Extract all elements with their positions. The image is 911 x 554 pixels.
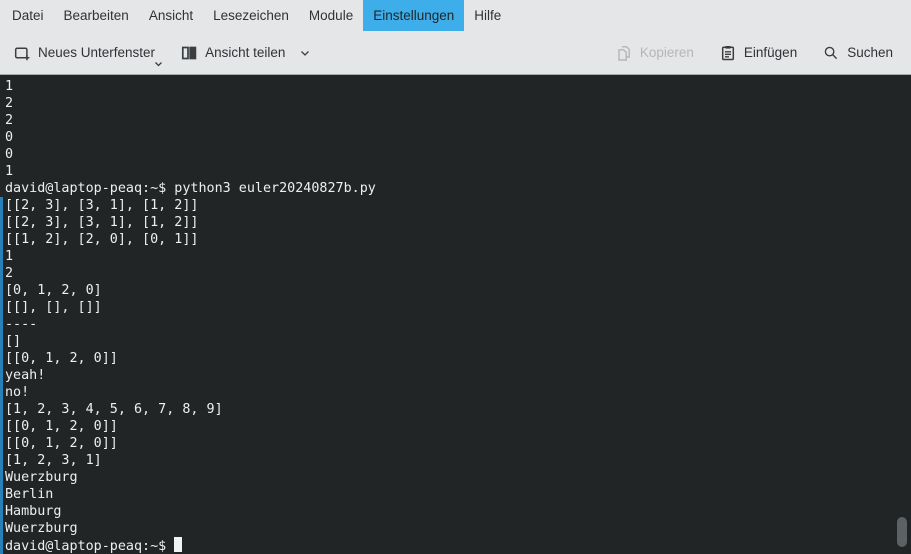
output-line: 2 bbox=[5, 96, 14, 111]
output-line: yeah! bbox=[0, 367, 911, 384]
prompt-line: david@laptop-peaq:~$ python3 euler202408… bbox=[5, 181, 376, 196]
output-line: Wuerzburg bbox=[0, 469, 911, 486]
output-line: Wuerzburg bbox=[0, 520, 911, 537]
search-icon bbox=[823, 45, 839, 61]
output-line: [] bbox=[0, 333, 911, 350]
search-label: Suchen bbox=[847, 45, 893, 60]
paste-label: Einfügen bbox=[743, 45, 798, 60]
menu-item-module[interactable]: Module bbox=[299, 0, 363, 31]
split-view-icon bbox=[181, 45, 197, 61]
menu-item-datei[interactable]: Datei bbox=[2, 0, 54, 31]
output-line: no! bbox=[0, 384, 911, 401]
output-line: [[0, 1, 2, 0]] bbox=[0, 435, 911, 452]
output-line: 0 bbox=[5, 147, 14, 162]
search-button[interactable]: Suchen bbox=[823, 45, 893, 61]
paste-button[interactable]: Einfügen bbox=[720, 45, 797, 61]
output-line: [[2, 3], [3, 1], [1, 2]] bbox=[0, 197, 911, 214]
menu-item-einstellungen[interactable]: Einstellungen bbox=[363, 0, 465, 31]
new-tab-longpress-chevron-icon bbox=[154, 61, 163, 68]
output-line: 2 bbox=[0, 265, 911, 282]
split-view-button[interactable]: Ansicht teilen bbox=[181, 45, 311, 61]
menu-bar: Datei Bearbeiten Ansicht Lesezeichen Module E… bbox=[0, 0, 911, 31]
new-tab-icon bbox=[14, 45, 30, 61]
prompt-line: david@laptop-peaq:~$ bbox=[0, 537, 911, 554]
split-view-chevron-down-icon bbox=[299, 47, 311, 59]
scrollbar[interactable] bbox=[894, 75, 911, 554]
output-line: 1 bbox=[0, 248, 911, 265]
konsole-window: Datei Bearbeiten Ansicht Lesezeichen Module E… bbox=[0, 0, 911, 554]
paste-icon bbox=[720, 45, 736, 61]
output-line: 1 bbox=[5, 164, 14, 179]
menu-item-hilfe[interactable]: Hilfe bbox=[464, 0, 511, 31]
copy-label: Kopieren bbox=[639, 45, 694, 60]
terminal-cursor bbox=[174, 537, 183, 552]
output-line: ---- bbox=[0, 316, 911, 333]
terminal-output-lines: 1 2 2 0 0 1 david@laptop-peaq:~$ python3 euler… bbox=[0, 78, 911, 554]
output-line: Hamburg bbox=[0, 503, 911, 520]
output-line: [[0, 1, 2, 0]] bbox=[0, 418, 911, 435]
output-line: [1, 2, 3, 1] bbox=[0, 452, 911, 469]
output-line: [0, 1, 2, 0] bbox=[0, 282, 911, 299]
menu-item-lesezeichen[interactable]: Lesezeichen bbox=[203, 0, 299, 31]
copy-icon bbox=[616, 45, 632, 61]
output-line: [[], [], []] bbox=[0, 299, 911, 316]
new-tab-button[interactable]: Neues Unterfenster bbox=[14, 45, 163, 66]
output-line: [1, 2, 3, 4, 5, 6, 7, 8, 9] bbox=[0, 401, 911, 418]
menu-item-bearbeiten[interactable]: Bearbeiten bbox=[54, 0, 139, 31]
output-line: [[2, 3], [3, 1], [1, 2]] bbox=[0, 214, 911, 231]
copy-button[interactable]: Kopieren bbox=[616, 45, 694, 61]
output-line: Berlin bbox=[0, 486, 911, 503]
output-line: [[0, 1, 2, 0]] bbox=[0, 350, 911, 367]
menu-item-ansicht[interactable]: Ansicht bbox=[139, 0, 203, 31]
output-line: 2 bbox=[5, 113, 14, 128]
new-tab-label: Neues Unterfenster bbox=[38, 45, 156, 60]
output-line: 0 bbox=[5, 130, 14, 145]
terminal-output[interactable]: 1 2 2 0 0 1 david@laptop-peaq:~$ python3 euler… bbox=[0, 75, 911, 554]
scrollbar-thumb[interactable] bbox=[897, 517, 907, 547]
output-line: [[1, 2], [2, 0], [0, 1]] bbox=[0, 231, 911, 248]
toolbar: Neues Unterfenster Ansicht teilen Kopier… bbox=[0, 31, 911, 75]
output-line: 1 bbox=[5, 79, 14, 94]
split-view-label: Ansicht teilen bbox=[205, 45, 286, 60]
